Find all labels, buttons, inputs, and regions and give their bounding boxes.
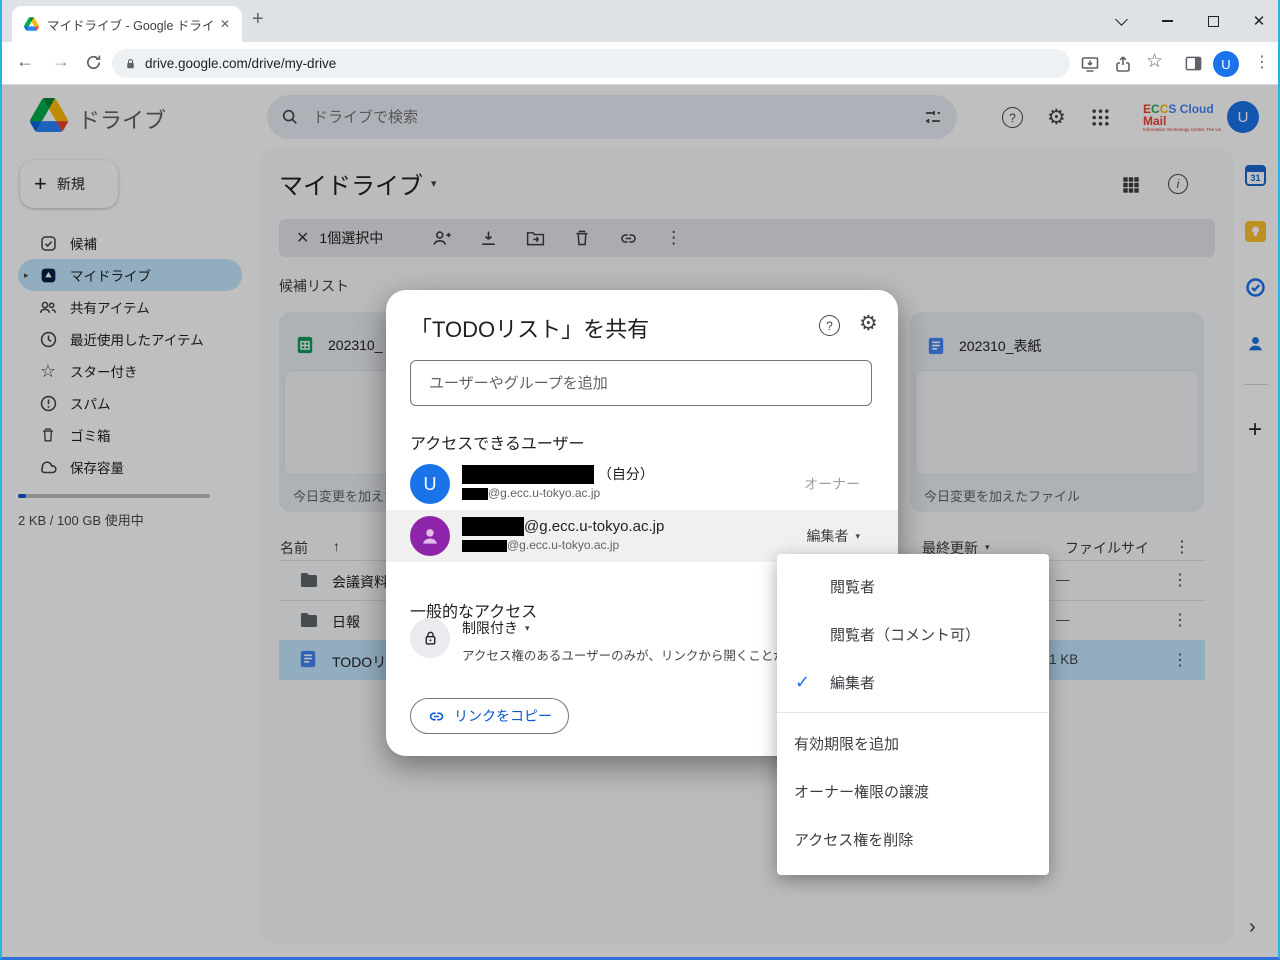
browser-avatar[interactable]: U	[1213, 51, 1239, 77]
divider	[777, 712, 1049, 713]
owner-role-label: オーナー	[804, 474, 860, 494]
lock-icon	[124, 57, 137, 71]
menu-item-add-expiration[interactable]: 有効期限を追加	[777, 719, 1049, 767]
dialog-help-icon[interactable]: ?	[819, 315, 840, 336]
reload-icon[interactable]	[84, 53, 103, 72]
user-row-owner[interactable]: U （自分） @g.ecc.u-tokyo.ac.jp オーナー	[386, 458, 898, 510]
window-chevron-icon[interactable]	[1098, 0, 1144, 42]
forward-icon[interactable]: →	[52, 51, 70, 72]
avatar	[410, 516, 450, 556]
role-menu: 閲覧者 閲覧者（コメント可） ✓ 編集者 有効期限を追加 オーナー権限の譲渡 ア…	[777, 554, 1049, 875]
redacted-name	[462, 517, 524, 536]
browser-tab[interactable]: マイドライブ - Google ドライブ ✕	[12, 6, 242, 42]
back-icon[interactable]: ←	[16, 51, 34, 72]
browser-toolbar: ← → drive.google.com/drive/my-drive ☆ U …	[2, 42, 1278, 85]
add-people-input[interactable]	[410, 360, 872, 406]
avatar: U	[410, 464, 450, 504]
url-text: drive.google.com/drive/my-drive	[145, 56, 336, 71]
role-dropdown[interactable]: 編集者 ▾	[806, 526, 860, 546]
menu-item-remove-access[interactable]: アクセス権を削除	[777, 815, 1049, 863]
menu-item-viewer[interactable]: 閲覧者	[777, 562, 1049, 610]
drive-favicon	[24, 17, 39, 31]
chevron-down-icon: ▾	[525, 623, 530, 634]
lock-icon	[410, 618, 450, 658]
redacted-email	[462, 540, 507, 552]
browser-window: マイドライブ - Google ドライブ ✕ + ✕ ← → drive.goo…	[0, 0, 1280, 960]
menu-item-transfer-ownership[interactable]: オーナー権限の譲渡	[777, 767, 1049, 815]
address-bar[interactable]: drive.google.com/drive/my-drive	[112, 49, 1070, 78]
dialog-settings-icon[interactable]: ⚙	[859, 311, 878, 336]
window-maximize-button[interactable]	[1190, 0, 1236, 42]
bookmark-star-icon[interactable]: ☆	[1146, 50, 1163, 73]
copy-link-button[interactable]: リンクをコピー	[410, 698, 569, 734]
side-panel-icon[interactable]	[1184, 54, 1203, 73]
redacted-email	[462, 488, 488, 500]
tab-close-icon[interactable]: ✕	[216, 15, 234, 33]
install-icon[interactable]	[1080, 54, 1100, 74]
browser-menu-icon[interactable]: ⋮	[1254, 52, 1270, 72]
redacted-name	[462, 465, 594, 484]
window-minimize-button[interactable]	[1144, 0, 1190, 42]
tab-title: マイドライブ - Google ドライブ	[47, 15, 216, 34]
window-close-button[interactable]: ✕	[1236, 0, 1280, 42]
link-icon	[427, 707, 446, 726]
browser-titlebar: マイドライブ - Google ドライブ ✕ + ✕	[2, 0, 1278, 42]
share-icon[interactable]	[1114, 54, 1134, 74]
dialog-title: 「TODOリスト」を共有	[410, 312, 649, 344]
check-icon: ✓	[795, 672, 810, 693]
people-with-access-label: アクセスできるユーザー	[410, 430, 585, 454]
menu-item-editor-checked[interactable]: ✓ 編集者	[777, 658, 1049, 706]
chevron-down-icon: ▾	[855, 531, 860, 542]
new-tab-button[interactable]: +	[252, 8, 264, 31]
menu-item-commenter[interactable]: 閲覧者（コメント可）	[777, 610, 1049, 658]
